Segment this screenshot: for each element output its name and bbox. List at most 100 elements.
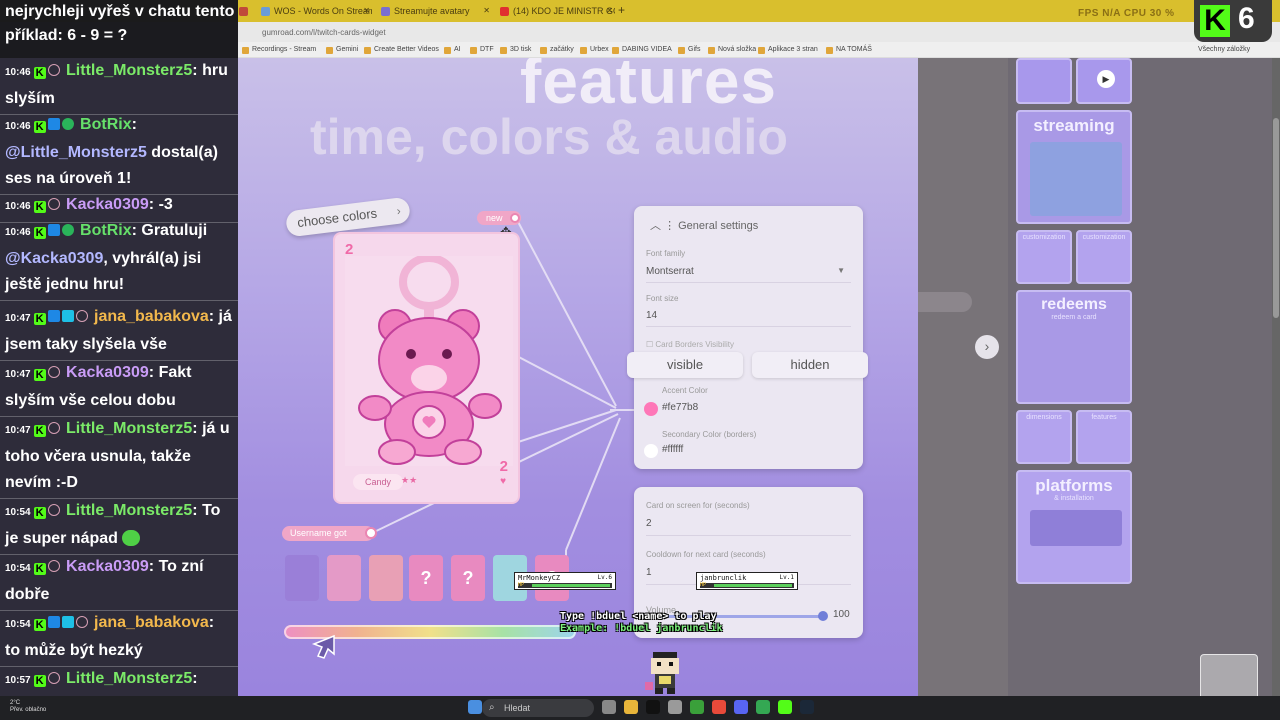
chat-username[interactable]: jana_babakova: [94, 614, 209, 631]
browser-tab[interactable]: WOS - Words On Stream ✕: [258, 3, 372, 19]
preview-card-customization[interactable]: customization: [1076, 230, 1132, 284]
message-separator: :: [192, 670, 198, 687]
og-badge-icon: [75, 616, 88, 628]
chat-username[interactable]: Kacka0309: [66, 558, 149, 575]
bookmark[interactable]: Aplikace 3 stran: [758, 44, 818, 56]
preview-card-dimensions[interactable]: dimensions: [1016, 410, 1072, 464]
kick-app-icon[interactable]: [778, 700, 792, 714]
browser-tab[interactable]: [236, 3, 256, 19]
chat-username[interactable]: Little_Monsterz5: [66, 62, 192, 79]
pixel-avatar: [645, 652, 679, 694]
font-size-label: Font size: [646, 294, 679, 303]
bookmark[interactable]: Create Better Videos: [364, 44, 439, 56]
message-separator: :: [131, 222, 142, 239]
message-separator: :: [192, 62, 203, 79]
preview-label: dimensions: [1026, 414, 1062, 421]
chat-mention[interactable]: @Little_Monsterz5: [5, 144, 147, 161]
play-icon[interactable]: ▶: [1097, 70, 1115, 88]
next-arrow-button[interactable]: ›: [975, 335, 999, 359]
discord-icon[interactable]: [734, 700, 748, 714]
connector-dot: [365, 527, 377, 539]
font-family-select[interactable]: Montserrat: [646, 266, 694, 277]
stream-stats: FPS N/A CPU 30 %: [1078, 8, 1175, 19]
steam-icon[interactable]: [800, 700, 814, 714]
bookmark[interactable]: Gemini: [326, 44, 358, 56]
message-text: Gratuluji: [141, 222, 208, 239]
bookmark[interactable]: NA TOMÁŠ: [826, 44, 872, 56]
preview-card-video[interactable]: ▶: [1076, 58, 1132, 104]
preview-card-features[interactable]: features: [1076, 410, 1132, 464]
url-field[interactable]: gumroad.com/l/twitch-cards-widget: [262, 26, 1082, 39]
browser-tab[interactable]: Streamujte avatary ✕: [378, 3, 492, 19]
subscriber-badge-icon: [61, 310, 74, 322]
preview-card[interactable]: [1016, 58, 1072, 104]
font-size-input[interactable]: 14: [646, 310, 657, 321]
accent-color-value[interactable]: #fe77b8: [662, 402, 698, 413]
cooldown-input[interactable]: 1: [646, 567, 652, 578]
bookmark[interactable]: začátky: [540, 44, 574, 56]
scrollbar[interactable]: [1272, 58, 1280, 696]
chat-username[interactable]: Little_Monsterz5: [66, 420, 192, 437]
secondary-color-swatch[interactable]: [644, 444, 658, 458]
tiktok-icon[interactable]: [646, 700, 660, 714]
chevron-down-icon[interactable]: ▼: [837, 266, 845, 275]
chat-username[interactable]: jana_babakova: [94, 308, 209, 325]
card-time-input[interactable]: 2: [646, 518, 652, 529]
bookmark[interactable]: DTF: [470, 44, 494, 56]
app-icon[interactable]: [668, 700, 682, 714]
chrome-icon[interactable]: [712, 700, 726, 714]
bookmark[interactable]: DABING VIDEA: [612, 44, 672, 56]
preview-card-redeems[interactable]: redeems redeem a card: [1016, 290, 1132, 404]
card-thumbnail[interactable]: [327, 555, 361, 601]
card-thumbnail[interactable]: [285, 555, 319, 601]
chat-username[interactable]: BotRix: [80, 222, 132, 239]
start-icon[interactable]: [468, 700, 482, 714]
visible-option-button[interactable]: visible: [627, 352, 743, 378]
chat-mention[interactable]: @Kacka0309: [5, 250, 103, 267]
browser-icon[interactable]: [756, 700, 770, 714]
weather-widget[interactable]: 2°C Přev. oblačno: [10, 700, 46, 714]
scrollbar-thumb[interactable]: [1273, 118, 1279, 318]
browser-tab[interactable]: (14) KDO JE MINISTR GOLFAŘ✕: [497, 3, 615, 19]
volume-slider-knob[interactable]: [818, 611, 828, 621]
secondary-color-value[interactable]: #ffffff: [662, 444, 683, 455]
close-icon[interactable]: ✕: [483, 3, 490, 19]
tab-label: (14) KDO JE MINISTR GOLFAŘ: [513, 6, 615, 16]
task-view-icon[interactable]: [602, 700, 616, 714]
hp-label: HP: [700, 582, 707, 588]
og-badge-icon: [47, 672, 60, 684]
bookmark[interactable]: Urbex: [580, 44, 609, 56]
bookmark[interactable]: 3D tisk: [500, 44, 531, 56]
xbox-icon[interactable]: [690, 700, 704, 714]
new-tab-button[interactable]: +: [618, 3, 625, 17]
chat-username[interactable]: Little_Monsterz5: [66, 502, 192, 519]
settings-header[interactable]: ︿ ⋮ General settings: [650, 217, 758, 233]
preview-label: customization: [1082, 234, 1126, 241]
system-tray[interactable]: [1150, 696, 1280, 720]
bookmark[interactable]: Recordings - Stream: [242, 44, 316, 56]
accent-color-swatch[interactable]: [644, 402, 658, 416]
file-explorer-icon[interactable]: [624, 700, 638, 714]
chat-username[interactable]: Little_Monsterz5: [66, 670, 192, 687]
bookmark[interactable]: AI: [444, 44, 461, 56]
preview-card-customization[interactable]: customization: [1016, 230, 1072, 284]
bookmark[interactable]: Nová složka: [708, 44, 756, 56]
card-thumbnail[interactable]: ?: [451, 555, 485, 601]
preview-card-platforms[interactable]: platforms & installation: [1016, 470, 1132, 584]
bookmark[interactable]: Gifs: [678, 44, 700, 56]
username-pill: Username got: [282, 526, 377, 541]
card-thumbnail[interactable]: ?: [409, 555, 443, 601]
hidden-option-button[interactable]: hidden: [752, 352, 868, 378]
all-bookmarks[interactable]: Všechny záložky: [1198, 44, 1250, 56]
chat-message: 10:54 K Little_Monsterz5: To je super náp…: [0, 496, 238, 555]
taskbar-search[interactable]: ⌕ Hledat: [482, 699, 594, 717]
close-icon[interactable]: ✕: [363, 3, 370, 19]
chat-username[interactable]: Kacka0309: [66, 364, 149, 381]
preview-card-streaming[interactable]: streaming: [1016, 110, 1132, 224]
chat-username[interactable]: Kacka0309: [66, 196, 149, 213]
card-thumbnail[interactable]: [369, 555, 403, 601]
message-time: 10:54: [5, 619, 31, 630]
moderator-badge-icon: [47, 118, 60, 130]
chat-username[interactable]: BotRix: [80, 116, 132, 133]
close-icon[interactable]: ✕: [606, 3, 613, 19]
